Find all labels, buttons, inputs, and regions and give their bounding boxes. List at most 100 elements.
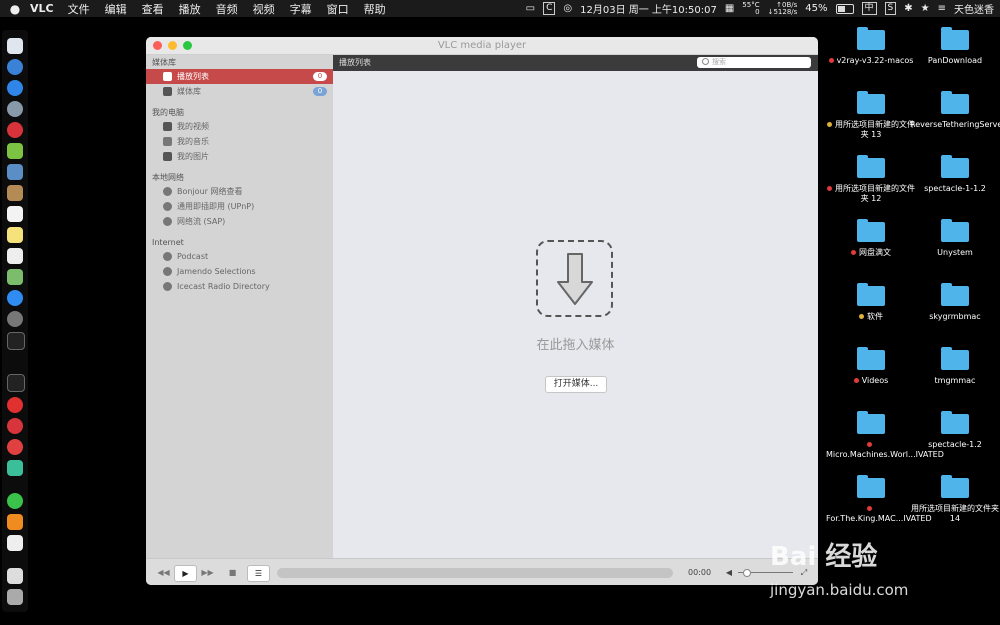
sidebar-item-bonjour[interactable]: Bonjour 网络查看: [146, 184, 333, 199]
desktop-item-label: Videos: [861, 376, 889, 385]
user-name[interactable]: 天色迷香: [954, 1, 994, 16]
notes-icon[interactable]: [7, 227, 23, 243]
system-preferences-icon[interactable]: [7, 311, 23, 327]
s-icon[interactable]: S: [884, 2, 897, 15]
yandex-icon[interactable]: [7, 397, 23, 413]
globe-icon[interactable]: ◎: [563, 3, 572, 14]
datetime[interactable]: 12月03日 周一 上午10:50:07: [580, 1, 717, 16]
minimize-button[interactable]: [168, 41, 177, 50]
app-store-icon[interactable]: [7, 290, 23, 306]
vivaldi-icon[interactable]: [7, 418, 23, 434]
desktop-item[interactable]: Unystem: [910, 219, 1000, 258]
desktop-item[interactable]: For.The.King.MAC...IVATED: [826, 475, 932, 524]
desktop-item[interactable]: tmgmmac: [910, 347, 1000, 386]
grid-icon[interactable]: ▦: [725, 3, 734, 14]
play-button[interactable]: ▶: [174, 565, 197, 582]
progress-bar[interactable]: [277, 568, 673, 578]
calendar-icon[interactable]: [7, 206, 23, 222]
desktop-item[interactable]: Videos: [826, 347, 916, 386]
folder-icon: [857, 27, 885, 50]
desktop-item[interactable]: PanDownload: [910, 27, 1000, 66]
bluetooth-icon[interactable]: ✱: [904, 3, 912, 14]
preview-icon[interactable]: [7, 164, 23, 180]
volume-knob[interactable]: [743, 569, 752, 577]
menu-window[interactable]: 窗口: [327, 1, 349, 17]
sidebar-item-my-videos[interactable]: 我的视频: [146, 119, 333, 134]
close-button[interactable]: [153, 41, 162, 50]
android-icon[interactable]: [7, 143, 23, 159]
finder-icon[interactable]: [7, 38, 23, 54]
battery-icon[interactable]: [835, 3, 854, 14]
star-icon[interactable]: ★: [921, 3, 930, 14]
apple-icon[interactable]: ●: [0, 2, 30, 16]
desktop-item[interactable]: spectacle-1-1.2: [910, 155, 1000, 194]
sidebar-item-playlist[interactable]: 播放列表 0: [146, 69, 333, 84]
playlist-toggle-button[interactable]: ☰: [247, 565, 270, 582]
desktop-item[interactable]: 用所选项目新建的文件夹 14: [910, 475, 1000, 524]
sidebar-item-my-music[interactable]: 我的音乐: [146, 134, 333, 149]
launchpad-icon[interactable]: [7, 101, 23, 117]
menu-extra-icon[interactable]: ≡: [938, 3, 946, 14]
airplay-icon[interactable]: ▭: [526, 3, 535, 14]
safari-icon[interactable]: [7, 80, 23, 96]
open-media-button[interactable]: 打开媒体...: [545, 376, 607, 393]
desktop-item[interactable]: v2ray-v3.22-macos: [826, 27, 916, 66]
sidebar-item-jamendo[interactable]: Jamendo Selections: [146, 264, 333, 279]
battery-percent[interactable]: 45%: [805, 3, 827, 14]
forward-button[interactable]: ▶▶: [197, 565, 218, 580]
app-green-icon[interactable]: [7, 460, 23, 476]
document-icon[interactable]: [7, 535, 23, 551]
terminal-icon[interactable]: [7, 374, 25, 392]
contacts-icon[interactable]: [7, 185, 23, 201]
reminders-icon[interactable]: [7, 248, 23, 264]
desktop-item[interactable]: skygrmbmac: [910, 283, 1000, 322]
weibo-icon[interactable]: [7, 439, 23, 455]
menu-audio[interactable]: 音频: [216, 1, 238, 17]
sidebar-item-media-library[interactable]: 媒体库 0: [146, 84, 333, 99]
search-input[interactable]: 搜索: [697, 57, 811, 68]
menu-playback[interactable]: 播放: [179, 1, 201, 17]
input-method[interactable]: 中: [861, 2, 877, 15]
rewind-button[interactable]: ◀◀: [153, 565, 174, 580]
desktop-item[interactable]: Micro.Machines.Worl...IVATED: [826, 411, 944, 460]
folder-icon: [857, 219, 885, 242]
trash-icon[interactable]: [7, 589, 23, 605]
volume-icon[interactable]: ◀: [724, 565, 734, 580]
desktop-item[interactable]: ReverseTetheringServer_1.2.0: [910, 91, 1000, 130]
menu-file[interactable]: 文件: [68, 1, 90, 17]
desktop-item[interactable]: 网盘满文: [826, 219, 916, 258]
desktop-item[interactable]: 用所选项目新建的文件夹 12: [826, 155, 916, 204]
siri-icon[interactable]: [7, 59, 23, 75]
menu-video[interactable]: 视频: [253, 1, 275, 17]
menu-view[interactable]: 查看: [142, 1, 164, 17]
menu-subtitle[interactable]: 字幕: [290, 1, 312, 17]
sidebar-item-upnp[interactable]: 通用即插即用 (UPnP): [146, 199, 333, 214]
zoom-button[interactable]: [183, 41, 192, 50]
c-icon[interactable]: C: [543, 2, 556, 15]
sidebar-item-podcast[interactable]: Podcast: [146, 249, 333, 264]
desktop-item-label: spectacle-1-1.2: [924, 184, 986, 193]
sidebar-item-icecast[interactable]: Icecast Radio Directory: [146, 279, 333, 294]
sidebar-item-sap[interactable]: 网络流 (SAP): [146, 214, 333, 229]
vlc-icon[interactable]: [7, 514, 23, 530]
desktop-item[interactable]: spectacle-1.2: [910, 411, 1000, 450]
title-bar[interactable]: VLC media player: [146, 37, 818, 55]
app-red-icon[interactable]: [7, 122, 23, 138]
activity-monitor-icon[interactable]: [7, 332, 25, 350]
tag-dot: [827, 186, 832, 191]
menu-app-name[interactable]: VLC: [30, 2, 54, 15]
folder-icon: [941, 219, 969, 242]
downloads-icon[interactable]: [7, 568, 23, 584]
dock: [2, 30, 28, 612]
menu-help[interactable]: 帮助: [364, 1, 386, 17]
menu-edit[interactable]: 编辑: [105, 1, 127, 17]
stop-button[interactable]: ■: [222, 565, 243, 580]
wechat-icon[interactable]: [7, 493, 23, 509]
desktop-item[interactable]: 用所选项目新建的文件夹 13: [826, 91, 916, 140]
sidebar-header-local-network: 本地网络: [152, 173, 184, 182]
drop-zone[interactable]: [536, 240, 613, 317]
desktop-item-label: ReverseTetheringServer_1.2.0: [910, 120, 1000, 129]
desktop-item[interactable]: 软件: [826, 283, 916, 322]
maps-icon[interactable]: [7, 269, 23, 285]
sidebar-item-my-pictures[interactable]: 我的图片: [146, 149, 333, 164]
